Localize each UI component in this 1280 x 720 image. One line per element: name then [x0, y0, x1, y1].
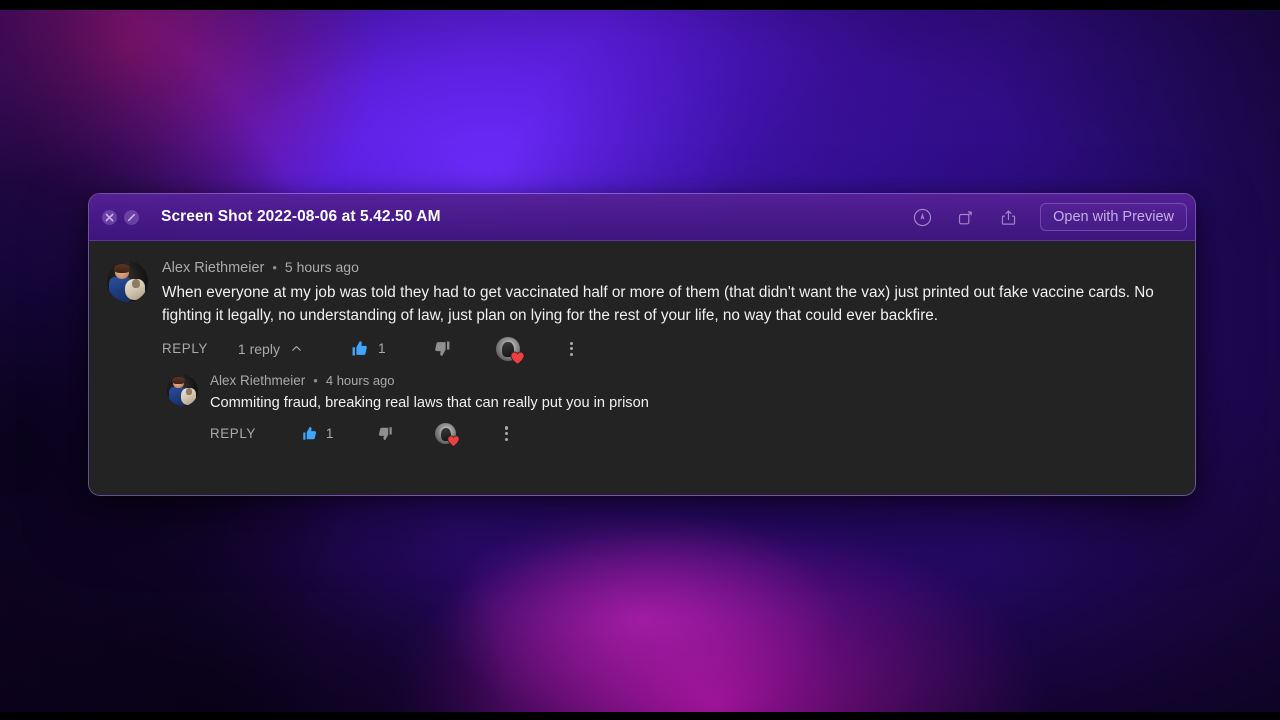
creator-heart-badge[interactable] — [495, 336, 524, 365]
share-icon — [1001, 209, 1015, 225]
open-with-preview-button[interactable]: Open with Preview — [1040, 203, 1187, 231]
like-count: 1 — [377, 341, 386, 357]
meta-separator: • — [272, 260, 277, 275]
avatar[interactable] — [107, 261, 148, 302]
dislike-button[interactable] — [433, 339, 452, 358]
quick-look-window: Screen Shot 2022-08-06 at 5.42.50 AM Ope… — [88, 193, 1196, 496]
comment-author[interactable]: Alex Riethmeier — [210, 373, 305, 388]
chevron-up-icon — [292, 346, 301, 352]
thumbs-down-icon — [379, 427, 393, 441]
like-button[interactable]: 1 — [350, 339, 386, 358]
reply-button[interactable]: REPLY — [210, 426, 256, 441]
comment-actions: REPLY 1 — [210, 423, 1177, 448]
share-button[interactable] — [989, 202, 1027, 232]
markup-pen-circle-icon — [913, 208, 931, 226]
minimize-button-disabled[interactable] — [124, 209, 139, 225]
comment-body: Alex Riethmeier • 4 hours ago Commiting … — [210, 373, 1177, 448]
creator-heart-badge[interactable] — [435, 423, 461, 448]
markup-button[interactable] — [903, 202, 941, 232]
comment-timestamp[interactable]: 5 hours ago — [285, 259, 359, 275]
heart-icon — [510, 351, 524, 365]
letterbox-top — [0, 0, 1280, 10]
toggle-replies-button[interactable]: 1 reply — [238, 341, 303, 357]
comment-text: When everyone at my job was told they ha… — [162, 284, 1154, 325]
reply-count-label: 1 reply — [237, 340, 280, 357]
rotate-left-icon — [958, 210, 972, 224]
more-vertical-icon — [504, 426, 509, 441]
comment-reply: Alex Riethmeier • 4 hours ago Commiting … — [167, 373, 1177, 448]
slash-circle-icon — [127, 213, 136, 221]
reply-button[interactable]: REPLY — [162, 341, 208, 356]
avatar-image — [167, 374, 198, 406]
dislike-button[interactable] — [377, 425, 394, 442]
more-vertical-icon — [569, 341, 574, 357]
close-icon — [105, 213, 114, 221]
comment-meta: Alex Riethmeier • 5 hours ago — [162, 259, 1177, 276]
comment-author[interactable]: Alex Riethmeier — [162, 260, 264, 276]
close-button[interactable] — [102, 209, 117, 225]
meta-separator: • — [313, 372, 318, 388]
heart-icon — [447, 435, 461, 448]
avatar[interactable] — [167, 374, 198, 406]
comment-thread-root: Alex Riethmeier • 5 hours ago When every… — [107, 259, 1177, 365]
comment-options-button[interactable] — [563, 338, 581, 360]
comment-text: Commiting fraud, breaking real laws that… — [210, 394, 649, 411]
window-titlebar: Screen Shot 2022-08-06 at 5.42.50 AM Ope… — [89, 194, 1195, 241]
like-button[interactable]: 1 — [301, 425, 334, 442]
comment-options-button[interactable] — [497, 423, 515, 445]
rotate-button[interactable] — [946, 202, 984, 232]
thumbs-down-icon — [434, 341, 449, 357]
comment-body: Alex Riethmeier • 5 hours ago When every… — [162, 259, 1177, 365]
window-controls — [102, 209, 139, 225]
avatar-image — [107, 261, 148, 302]
letterbox-bottom — [0, 712, 1280, 720]
screenshot-content-youtube-comments: Alex Riethmeier • 5 hours ago When every… — [89, 241, 1195, 495]
thumbs-up-icon — [303, 427, 316, 440]
titlebar-actions: Open with Preview — [903, 202, 1189, 232]
window-title: Screen Shot 2022-08-06 at 5.42.50 AM — [161, 208, 441, 225]
thumbs-up-icon — [352, 341, 367, 356]
comment-meta: Alex Riethmeier • 4 hours ago — [210, 373, 1177, 388]
comment-actions: REPLY 1 reply 1 — [162, 336, 1177, 365]
comment-timestamp[interactable]: 4 hours ago — [326, 373, 395, 388]
like-count: 1 — [325, 426, 334, 442]
